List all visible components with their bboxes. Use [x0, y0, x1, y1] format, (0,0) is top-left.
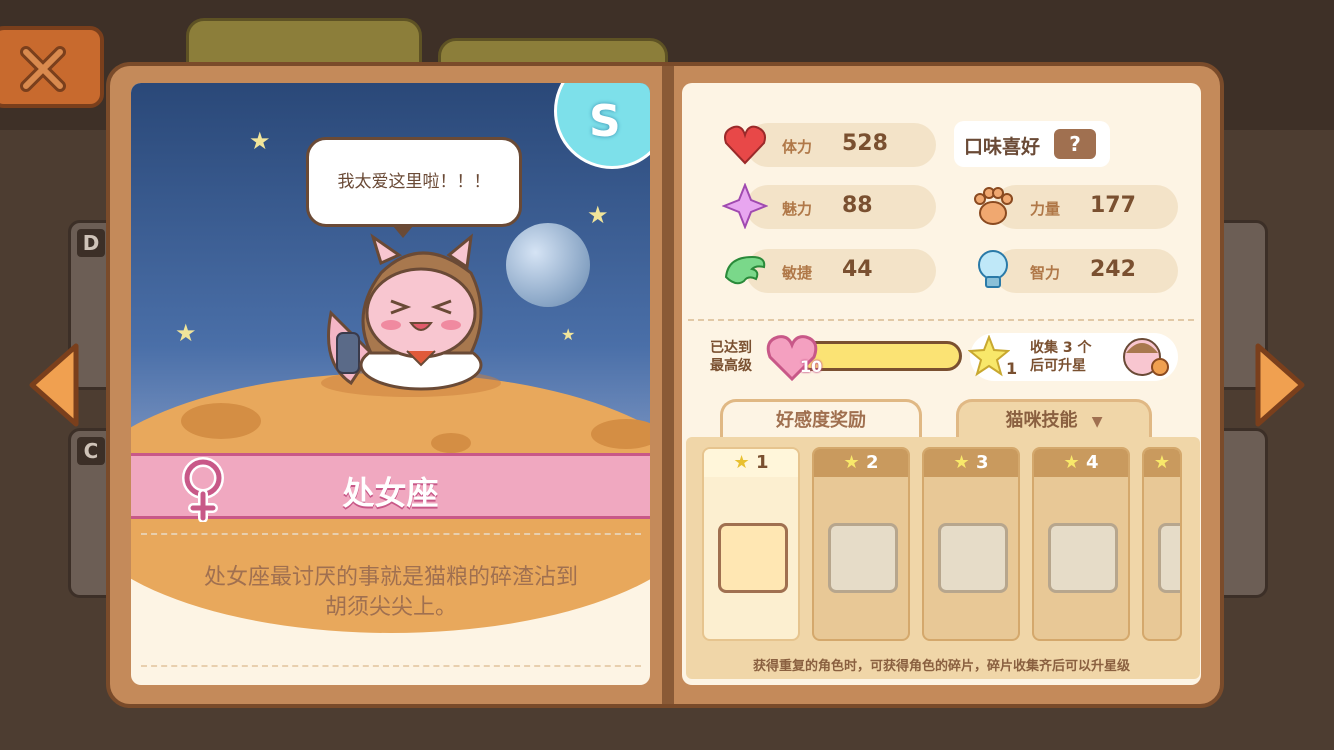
next-arrow-icon[interactable]: [1250, 340, 1310, 430]
stat-value: 177: [1090, 193, 1136, 218]
speech-bubble: 我太爱这里啦！！！: [306, 137, 522, 238]
stat-label: 智力: [1030, 264, 1061, 282]
reward-card-partial[interactable]: ★: [1142, 447, 1182, 641]
taste-preference: 口味喜好 ?: [954, 121, 1110, 167]
tab-cat-skills[interactable]: 猫咪技能 ▼: [956, 399, 1152, 441]
reward-card[interactable]: ★ 4: [1032, 447, 1130, 641]
stat-label: 魅力: [782, 200, 813, 218]
cat-reward-image: [718, 523, 788, 593]
cat-reward-image: [828, 523, 898, 593]
footer-note: 获得重复的角色时，可获得角色的碎片，碎片收集齐后可以升星级: [752, 659, 1130, 674]
description-line: 处女座最讨厌的事就是猫粮的碎渣沾到: [203, 565, 578, 590]
star-collect-text: 收集 3 个 后可升星: [1030, 339, 1092, 375]
cat-avatar: [1123, 338, 1169, 376]
previous-arrow-icon[interactable]: [24, 340, 84, 430]
sparkle-icon: [722, 183, 768, 229]
reward-card[interactable]: ★ 3: [922, 447, 1020, 641]
stat-label: 体力: [782, 138, 813, 156]
star-collect-line: 后可升星: [1030, 358, 1086, 374]
star-icon: ★: [249, 127, 271, 155]
star-icon: ★: [175, 319, 197, 347]
reward-level: ★ 4: [1034, 449, 1128, 477]
level-status-line: 最高级: [710, 358, 752, 374]
star-count: 1: [1006, 359, 1018, 378]
constellation-name: 处女座: [342, 474, 439, 512]
stat-value: 88: [842, 193, 873, 218]
book-spine: [662, 66, 674, 704]
star-collect-panel: 1 收集 3 个 后可升星: [968, 333, 1178, 381]
close-icon: [20, 46, 66, 92]
reward-level: ★ 2: [814, 449, 908, 477]
stat-value: 242: [1090, 257, 1136, 282]
tab-label: 猫咪技能: [1005, 410, 1078, 431]
star-icon: ★: [561, 325, 576, 344]
taste-label: 口味喜好: [964, 136, 1041, 158]
divider: [141, 665, 641, 667]
bubble-decoration: [506, 223, 590, 307]
reward-card[interactable]: ★ 2: [812, 447, 910, 641]
reward-list: ★ 1 ★ 2 ★ 3 ★ 4 ★: [686, 437, 1200, 679]
stat-strength: 力量 177: [974, 185, 1178, 229]
cat-reward-image: [1048, 523, 1118, 593]
stat-intelligence: 智力 242: [978, 249, 1178, 293]
star-icon: ★: [587, 201, 609, 229]
chevron-down-icon: ▼: [1091, 414, 1103, 430]
level-status: 已达到 最高级: [710, 339, 752, 375]
cat-reward-image: [938, 523, 1008, 593]
taste-unknown-button[interactable]: ?: [1054, 129, 1096, 159]
grade-label: C: [77, 437, 105, 465]
cat-reward-image: [1158, 523, 1180, 593]
close-button[interactable]: [0, 26, 104, 108]
constellation-banner: 处女座: [131, 453, 650, 522]
reward-level: ★ 3: [924, 449, 1018, 477]
reward-level: ★: [1144, 449, 1180, 477]
divider: [688, 319, 1194, 321]
grade-label: D: [77, 229, 105, 257]
tab-affection-rewards[interactable]: 好感度奖励: [720, 399, 922, 441]
stat-stamina: 体力 528: [724, 123, 936, 167]
heart-icon: [724, 125, 766, 165]
character-description: 处女座最讨厌的事就是猫粮的碎渣沾到 胡须尖尖上。: [161, 563, 621, 623]
paw-icon: [974, 187, 1013, 225]
reward-card[interactable]: ★ 1: [702, 447, 800, 641]
reward-level: ★ 1: [704, 449, 798, 477]
star-icon: [968, 335, 1010, 377]
wing-icon: [724, 255, 766, 285]
affection-level: 10: [800, 357, 823, 376]
stat-value: 528: [842, 131, 888, 156]
stat-label: 敏捷: [782, 264, 813, 282]
stat-value: 44: [842, 257, 873, 282]
stat-label: 力量: [1030, 200, 1061, 218]
stats-page: 体力 528 口味喜好 ? 魅力 88 力量 177 敏捷 44 智力 242 …: [682, 83, 1201, 685]
character-page: ★ ★ ★ ★ 我太爱这里啦！！！ S 处女座 处女座最讨厌的事就是猫粮的碎渣沾…: [131, 83, 650, 685]
divider: [141, 533, 641, 535]
star-collect-line: 收集 3 个: [1030, 340, 1092, 356]
stat-agility: 敏捷 44: [724, 249, 936, 293]
level-status-line: 已达到: [710, 340, 752, 356]
description-line: 胡须尖尖上。: [324, 595, 457, 620]
lightbulb-icon: [978, 250, 1008, 288]
rarity-label: S: [589, 96, 621, 147]
cat-character[interactable]: [311, 233, 511, 403]
stat-charm: 魅力 88: [722, 183, 936, 229]
